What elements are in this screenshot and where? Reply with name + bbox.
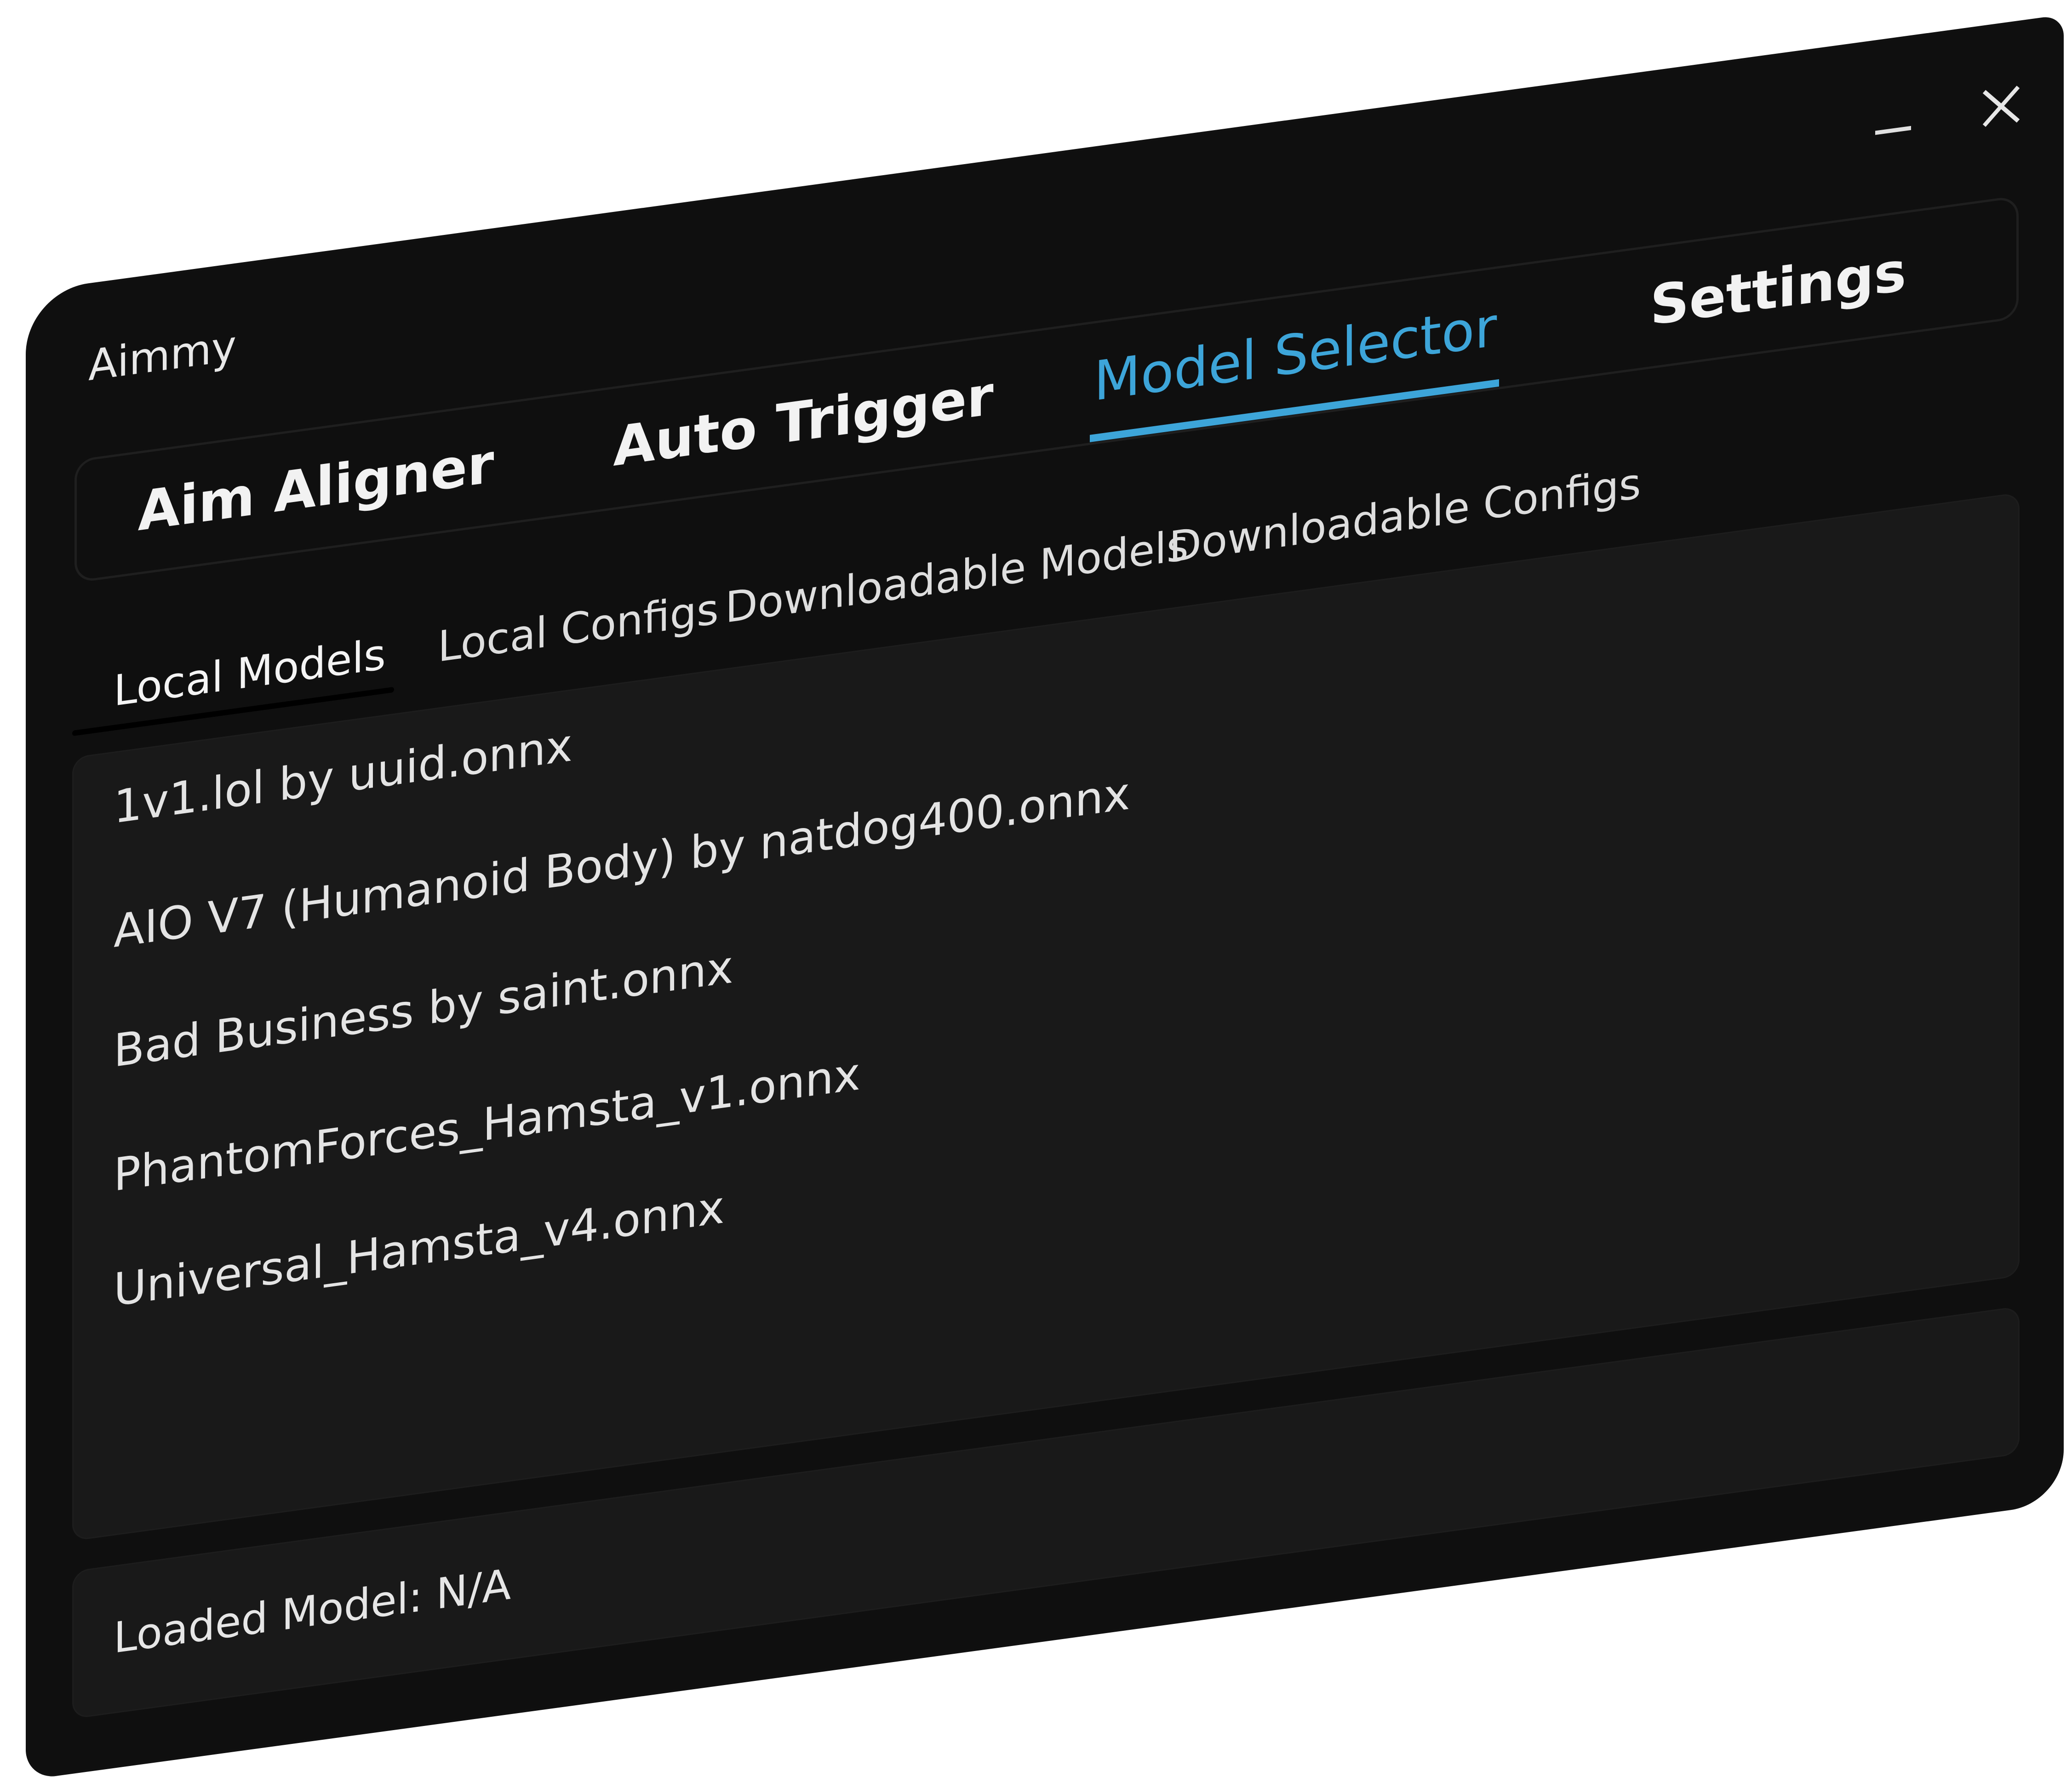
loaded-model-label: Loaded Model: N/A <box>114 1560 511 1663</box>
app-title: Aimmy <box>88 321 237 391</box>
subtab-local-models[interactable]: Local Models <box>114 629 386 716</box>
minimize-icon <box>1875 126 1911 135</box>
app-window: Aimmy Aim Aligner Auto Trigger Model Sel… <box>29 17 2061 1777</box>
close-button[interactable] <box>1971 72 2031 140</box>
list-item[interactable]: Bad Business by saint.onnx <box>114 941 733 1077</box>
list-item[interactable]: PhantomForces_Hamsta_v1.onnx <box>114 1048 860 1202</box>
subtab-local-configs[interactable]: Local Configs <box>438 584 719 672</box>
list-item[interactable]: Universal_Hamsta_v4.onnx <box>114 1181 724 1317</box>
close-icon <box>1982 86 2020 127</box>
list-item[interactable]: 1v1.lol by uuid.onnx <box>114 719 572 834</box>
minimize-button[interactable] <box>1863 87 1923 155</box>
main-tab-bar <box>74 195 2019 583</box>
